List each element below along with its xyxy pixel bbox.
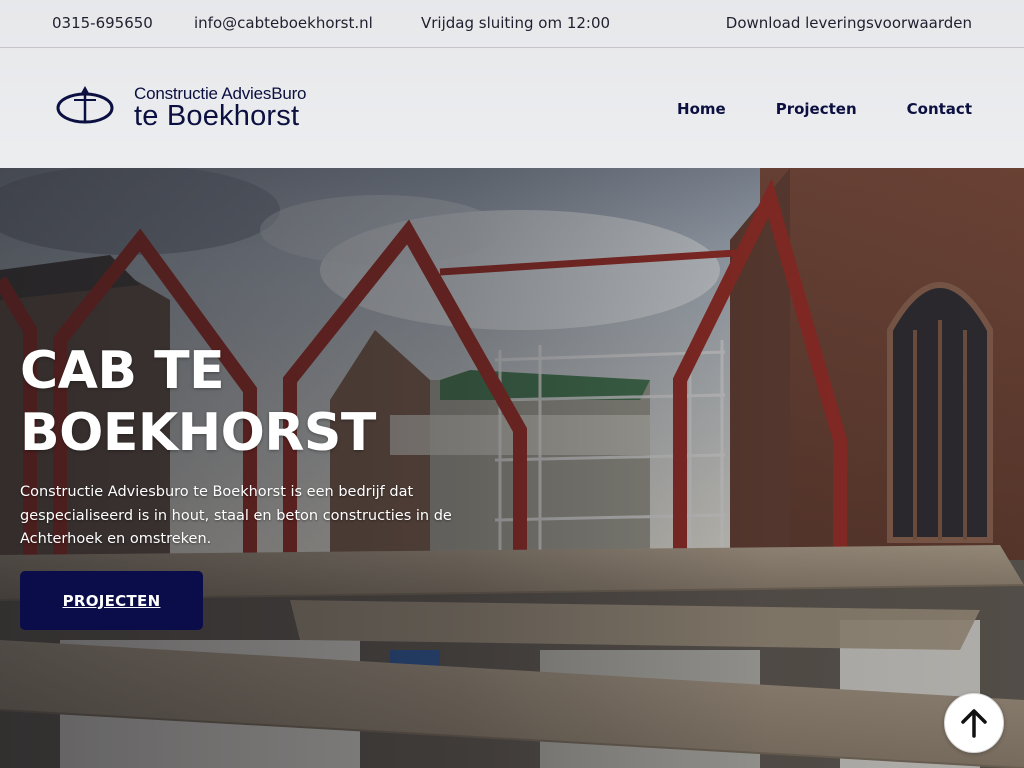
main-navigation: Home Projecten Contact — [677, 100, 972, 118]
logo[interactable]: Constructie AdviesBuro te Boekhorst — [56, 84, 326, 136]
top-contact-bar: 0315-695650 info@cabteboekhorst.nl Vrijd… — [0, 0, 1024, 48]
hero-overlay — [0, 168, 1024, 768]
logo-compass-icon — [56, 86, 114, 124]
hero-title-line1: CAB TE — [20, 341, 225, 401]
email-link[interactable]: info@cabteboekhorst.nl — [194, 14, 373, 32]
hero-title-line2: BOEKHORST — [20, 403, 376, 463]
site-header: Constructie AdviesBuro te Boekhorst Home… — [0, 48, 1024, 168]
opening-hours-notice: Vrijdag sluiting om 12:00 — [421, 14, 611, 32]
phone-link[interactable]: 0315-695650 — [52, 14, 153, 32]
nav-item-projecten[interactable]: Projecten — [776, 100, 857, 118]
hero-title: CAB TE BOEKHORST — [20, 340, 440, 464]
hero-description: Constructie Adviesburo te Boekhorst is e… — [20, 484, 452, 547]
scroll-to-top-button[interactable] — [944, 693, 1004, 753]
nav-item-contact[interactable]: Contact — [907, 100, 972, 118]
download-terms-link[interactable]: Download leveringsvoorwaarden — [726, 14, 972, 32]
logo-name: te Boekhorst — [134, 100, 300, 132]
nav-item-home[interactable]: Home — [677, 100, 726, 118]
projecten-button[interactable]: PROJECTEN — [20, 571, 203, 630]
arrow-up-icon — [961, 709, 987, 738]
